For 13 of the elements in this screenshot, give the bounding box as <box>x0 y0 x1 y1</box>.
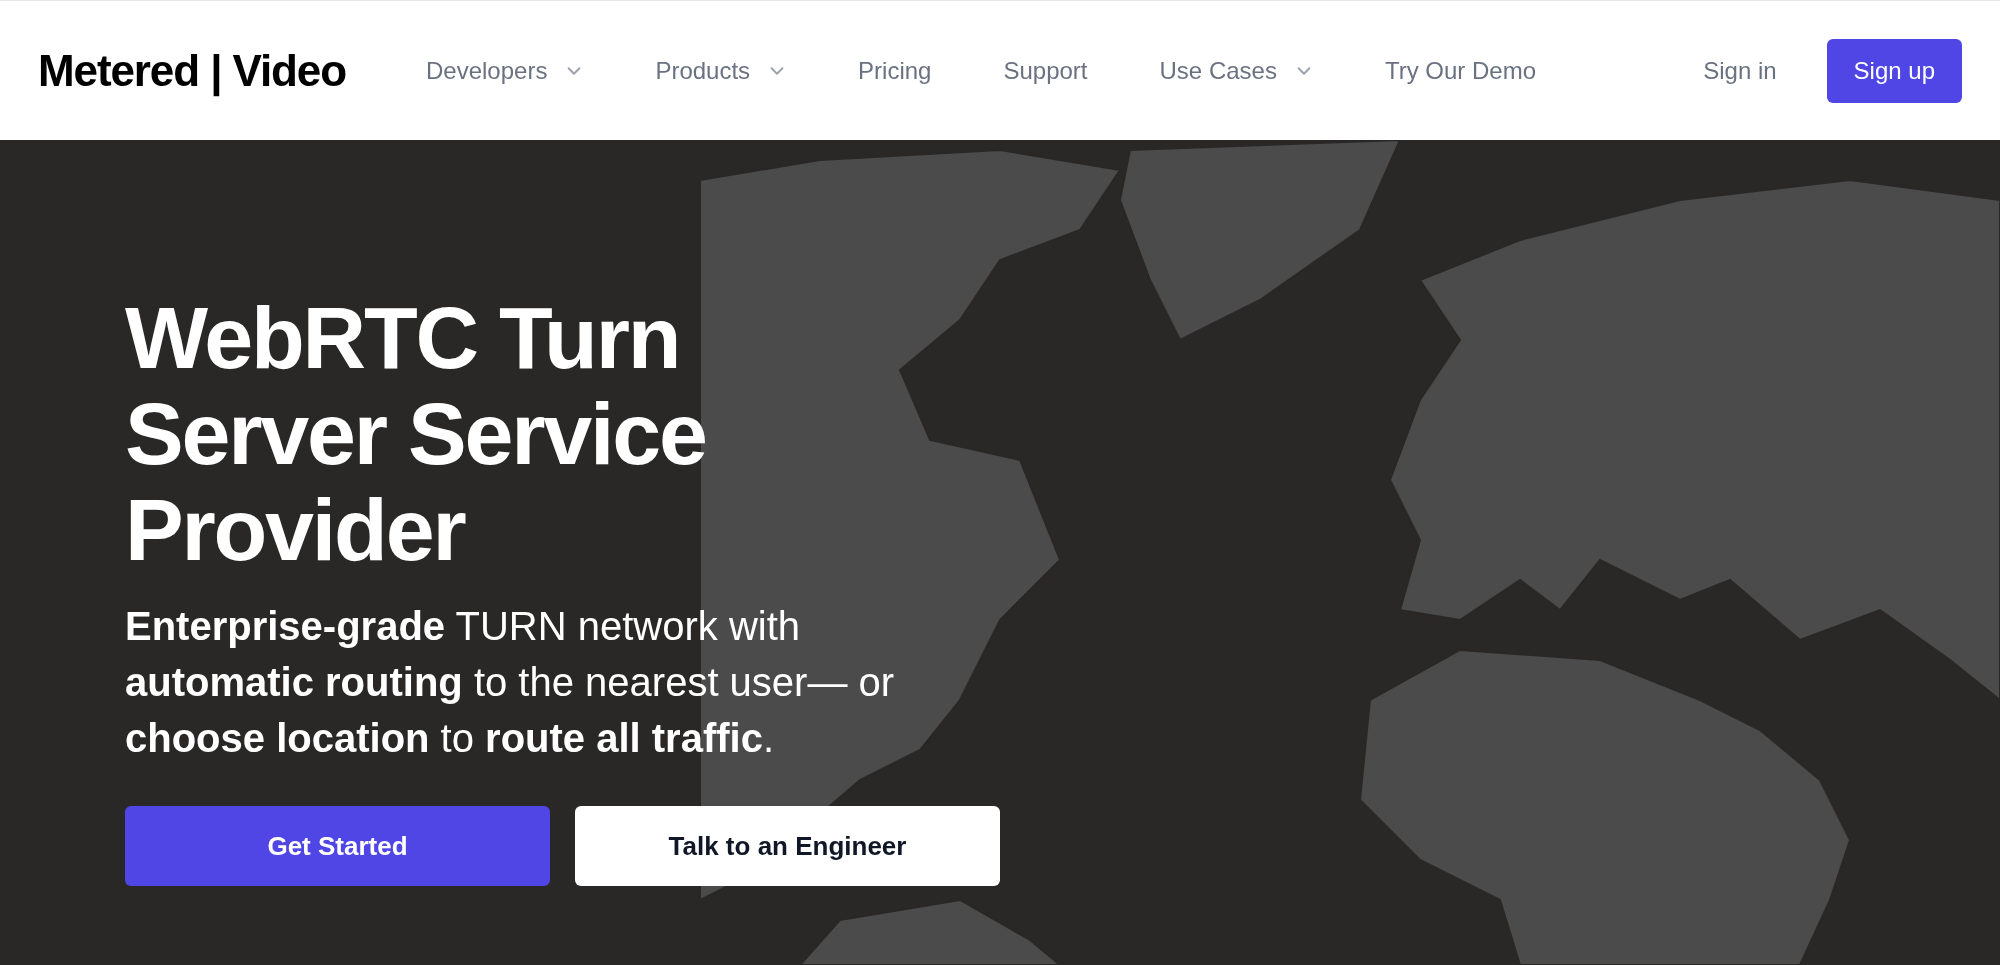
nav-link[interactable]: Developers <box>426 52 584 89</box>
hero-title: WebRTC Turn Server Service Provider <box>125 290 707 578</box>
nav-link[interactable]: Pricing <box>858 52 932 89</box>
nav-link[interactable]: Try Our Demo <box>1384 52 1537 89</box>
sign-up-button[interactable]: Sign up <box>1826 38 1962 103</box>
sign-in-link[interactable]: Sign in <box>1703 52 1777 89</box>
logo[interactable]: Metered | Video <box>38 37 346 104</box>
nav-link[interactable]: Use Cases <box>1159 52 1313 89</box>
nav-link[interactable]: Products <box>655 52 787 89</box>
hero-subtitle: Enterprise-grade TURN network with automatic routing to the nearest user— or choose location to route all traffic. <box>125 603 896 762</box>
nav-link[interactable]: Support <box>1003 52 1088 89</box>
talk-to-engineer-button[interactable]: Talk to an Engineer <box>575 806 1000 886</box>
get-started-button[interactable]: Get Started <box>125 806 550 886</box>
